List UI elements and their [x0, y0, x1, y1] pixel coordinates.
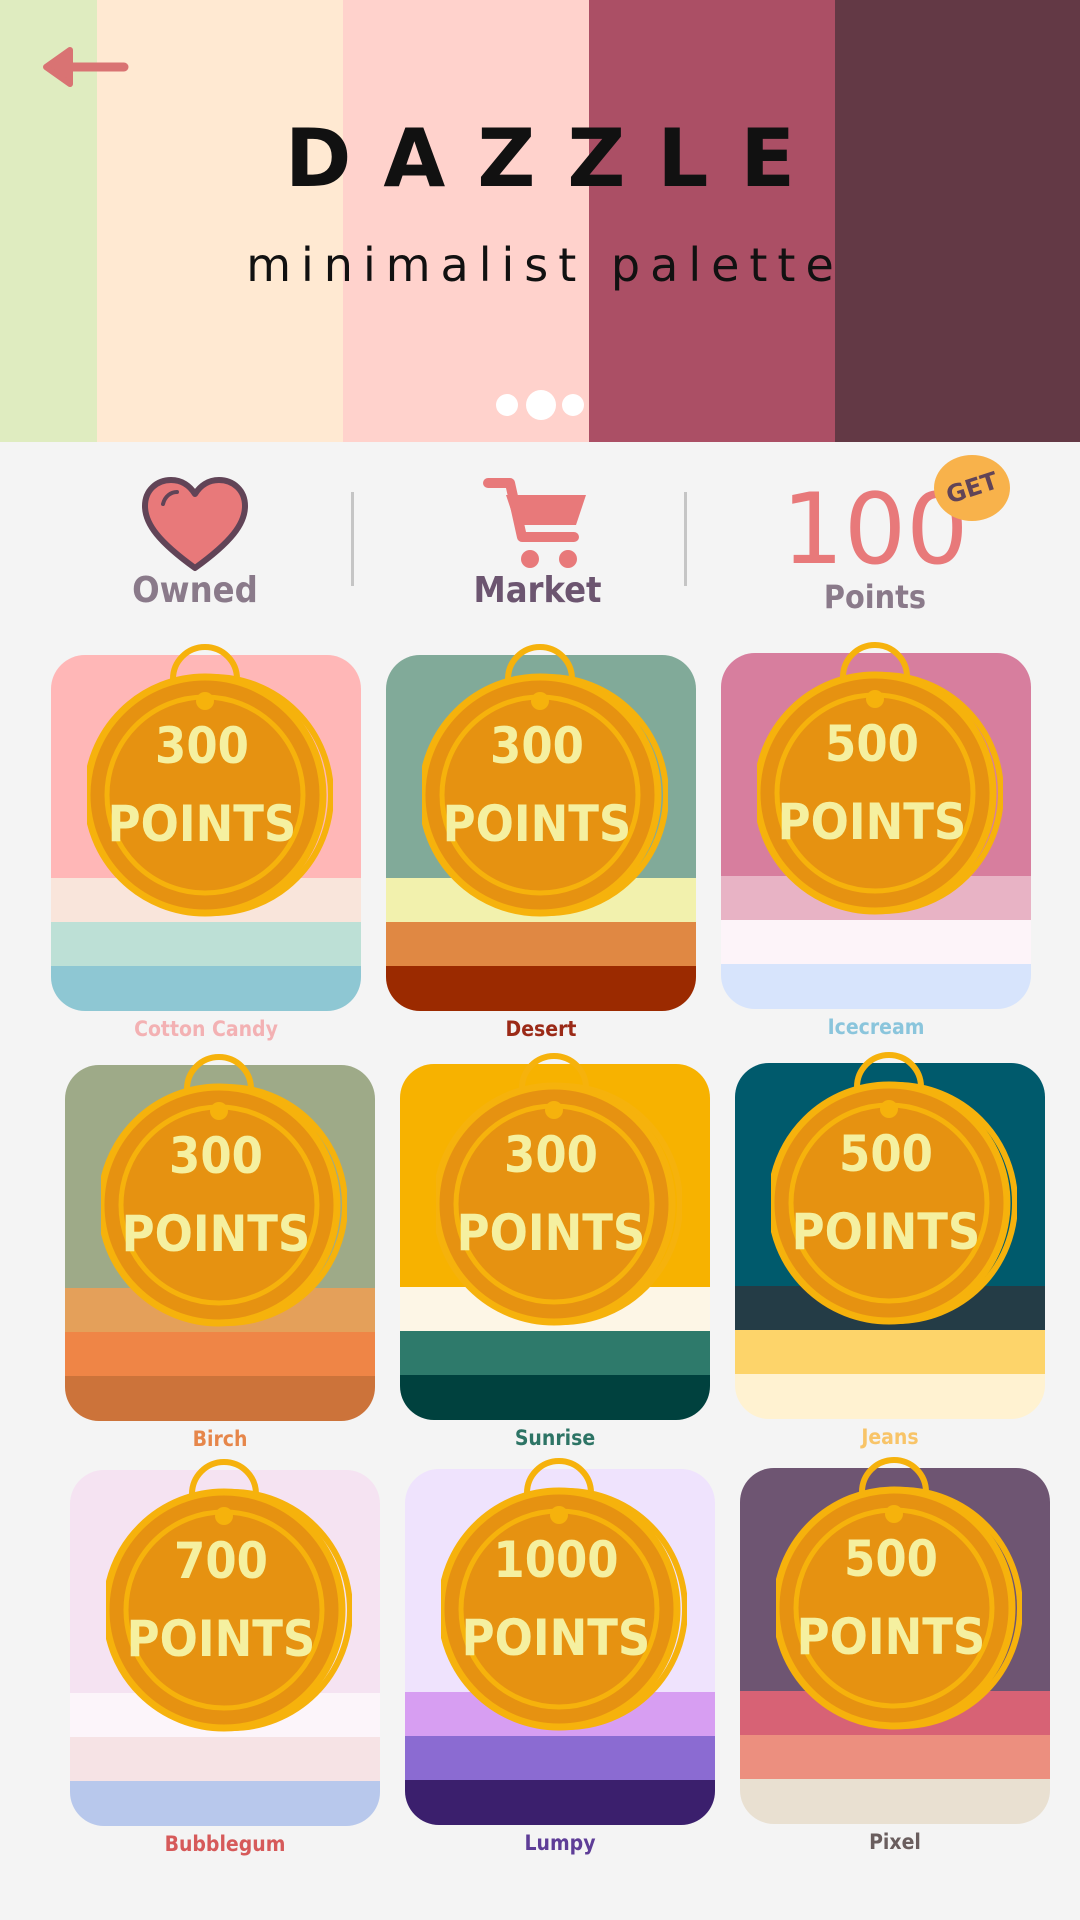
pager-dot-active[interactable] [526, 390, 556, 420]
palette-name: Pixel [869, 1830, 921, 1854]
header-banner: DAZZLE minimalist palette [0, 0, 1080, 442]
nav-divider [684, 492, 687, 586]
palette-color-band [65, 1065, 375, 1288]
palette-card[interactable]: 500 POINTS Icecream [721, 642, 1031, 1053]
palette-card[interactable]: 300 POINTS Desert [386, 644, 696, 1055]
palette-card[interactable]: 300 POINTS Cotton Candy [51, 644, 361, 1055]
palette-name: Birch [192, 1427, 248, 1451]
palette-color-band [740, 1468, 1050, 1691]
palette-color-band [70, 1693, 380, 1737]
palette-color-band [721, 964, 1031, 1009]
palette-color-band [51, 922, 361, 966]
palette-color-band [405, 1692, 715, 1736]
points-label: Points [823, 578, 927, 616]
palette-swatch [51, 655, 361, 1011]
app-title: DAZZLE [285, 112, 827, 205]
palette-name: Jeans [861, 1425, 919, 1449]
palette-color-band [735, 1063, 1045, 1286]
palette-color-band [70, 1781, 380, 1826]
palette-color-band [735, 1286, 1045, 1330]
palette-color-band [65, 1376, 375, 1421]
app-subtitle: minimalist palette [246, 238, 844, 292]
palette-name: Cotton Candy [134, 1017, 278, 1041]
palette-name: Bubblegum [164, 1832, 286, 1856]
palette-color-band [51, 966, 361, 1011]
palette-card[interactable]: 300 POINTS Birch [65, 1054, 375, 1465]
palette-swatch [735, 1063, 1045, 1419]
palette-color-band [740, 1735, 1050, 1779]
nav-market[interactable]: Market [450, 470, 625, 620]
palette-swatch [721, 653, 1031, 1009]
palette-name: Desert [505, 1017, 577, 1041]
palette-color-band [405, 1469, 715, 1692]
palette-color-band [721, 876, 1031, 920]
header-stripe [97, 0, 343, 442]
palette-color-band [386, 922, 696, 966]
palette-card[interactable]: 500 POINTS Jeans [735, 1052, 1045, 1463]
palette-color-band [740, 1691, 1050, 1735]
header-stripe [343, 0, 589, 442]
pager-dot[interactable] [562, 394, 584, 416]
palette-card[interactable]: 300 POINTS Sunrise [400, 1053, 710, 1464]
palette-color-band [400, 1287, 710, 1331]
back-arrow-icon [43, 47, 129, 87]
palette-color-band [51, 655, 361, 878]
header-stripe [589, 0, 835, 442]
palette-swatch [386, 655, 696, 1011]
palette-swatch [740, 1468, 1050, 1824]
palette-swatch [65, 1065, 375, 1421]
palette-color-band [51, 878, 361, 922]
palette-color-band [405, 1780, 715, 1825]
palette-color-band [721, 653, 1031, 876]
palette-color-band [65, 1288, 375, 1332]
palette-card[interactable]: 700 POINTS Bubblegum [70, 1459, 380, 1870]
nav-divider [351, 492, 354, 586]
palette-name: Lumpy [524, 1831, 596, 1855]
palette-card[interactable]: 500 POINTS Pixel [740, 1457, 1050, 1868]
palette-color-band [735, 1374, 1045, 1419]
palette-name: Sunrise [514, 1426, 596, 1450]
palette-color-band [70, 1470, 380, 1693]
palette-name: Icecream [827, 1015, 925, 1039]
palette-color-band [386, 878, 696, 922]
cart-icon [483, 478, 586, 568]
palette-color-band [735, 1330, 1045, 1374]
palette-swatch [400, 1064, 710, 1420]
palette-color-band [400, 1064, 710, 1287]
palette-color-band [400, 1375, 710, 1420]
pager-dot[interactable] [496, 394, 518, 416]
get-points-button[interactable]: GET [934, 455, 1010, 521]
palette-swatch [70, 1470, 380, 1826]
palette-swatch [405, 1469, 715, 1825]
heart-icon [142, 477, 248, 571]
palette-color-band [65, 1332, 375, 1376]
palette-color-band [405, 1736, 715, 1780]
nav-owned[interactable]: Owned [110, 470, 280, 620]
palette-card[interactable]: 1000 POINTS Lumpy [405, 1458, 715, 1869]
back-button[interactable] [40, 42, 130, 92]
palette-color-band [721, 920, 1031, 964]
nav-market-label: Market [473, 570, 602, 611]
header-stripe [835, 0, 1080, 442]
palette-color-band [386, 966, 696, 1011]
palette-color-band [386, 655, 696, 878]
nav-owned-label: Owned [132, 570, 258, 611]
palette-color-band [400, 1331, 710, 1375]
palette-color-band [70, 1737, 380, 1781]
palette-color-band [740, 1779, 1050, 1824]
